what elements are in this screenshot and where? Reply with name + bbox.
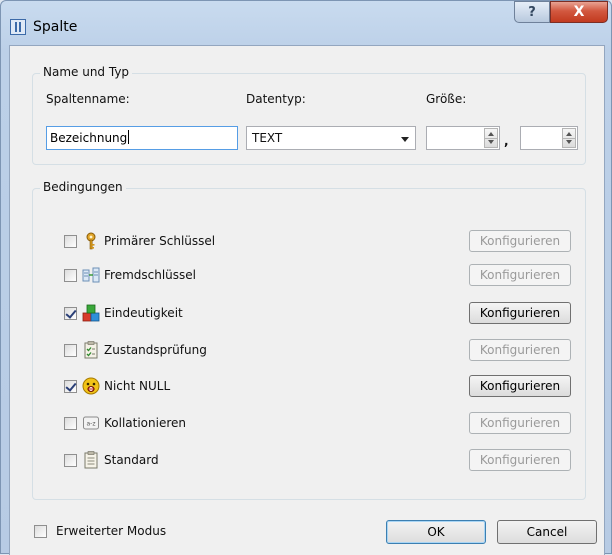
primary-key-checkbox[interactable] [64,235,77,248]
advanced-mode-label: Erweiterter Modus [56,524,167,538]
column-name-input[interactable]: Bezeichnung [46,126,238,150]
size-spin-buttons[interactable] [484,128,498,148]
title-bar[interactable]: Spalte ? X [1,1,611,45]
foreign-key-icon [82,267,100,283]
close-button[interactable]: X [550,1,608,23]
unique-blocks-icon [82,304,100,322]
name-type-group: Name und Typ [32,65,586,165]
ok-button[interactable]: OK [386,520,486,544]
help-icon: ? [528,4,536,20]
datatype-select[interactable]: TEXT [246,126,416,150]
unique-configure-button[interactable]: Konfigurieren [469,302,571,324]
collate-az-icon: a-z [83,416,99,430]
datatype-value: TEXT [252,131,283,145]
check-list-icon [84,341,98,359]
svg-text:0: 0 [89,387,93,393]
dialog-body: Name und Typ Spaltenname: Datentyp: Größ… [9,45,605,555]
foreign-key-label: Fremdschlüssel [104,268,197,282]
close-icon: X [573,4,585,20]
cancel-button[interactable]: Cancel [497,520,597,544]
datatype-label: Datentyp: [246,92,306,106]
text-caret [128,130,130,144]
not-null-configure-button[interactable]: Konfigurieren [469,375,571,397]
default-label: Standard [104,453,159,467]
collate-checkbox[interactable] [64,417,77,430]
dialog-window: Spalte ? X Name und Typ Spaltenname: Dat… [0,0,612,555]
foreign-key-configure-button[interactable]: Konfigurieren [469,264,571,286]
check-constraint-configure-button[interactable]: Konfigurieren [469,339,571,361]
chevron-down-icon [401,137,409,142]
spin-down-icon [488,140,494,144]
constraints-group-label: Bedingungen [40,180,126,194]
unique-label: Eindeutigkeit [104,306,183,320]
precision-spin-buttons[interactable] [562,128,576,148]
advanced-mode-checkbox[interactable] [34,525,47,538]
default-configure-button[interactable]: Konfigurieren [469,449,571,471]
not-null-label: Nicht NULL [104,379,171,393]
size-separator: , [504,134,509,148]
unique-checkbox[interactable] [64,307,77,320]
check-constraint-checkbox[interactable] [64,344,77,357]
size-spinbox[interactable] [426,126,500,150]
table-column-icon [10,19,26,35]
name-type-group-label: Name und Typ [40,65,133,79]
collate-configure-button[interactable]: Konfigurieren [469,412,571,434]
check-constraint-label: Zustandsprüfung [104,343,207,357]
window-title: Spalte [33,19,78,35]
spin-up-icon [488,132,494,136]
column-name-value: Bezeichnung [50,131,128,145]
size-label: Größe: [426,92,467,106]
help-button[interactable]: ? [514,1,550,23]
clipboard-icon [84,451,98,469]
not-null-smiley-icon: 0 [82,377,100,395]
column-name-label: Spaltenname: [46,92,130,106]
spin-down-icon [566,140,572,144]
foreign-key-checkbox[interactable] [64,269,77,282]
collate-label: Kollationieren [104,416,186,430]
primary-key-configure-button[interactable]: Konfigurieren [469,230,571,252]
key-icon [86,232,96,250]
svg-text:a-z: a-z [87,421,96,428]
primary-key-label: Primärer Schlüssel [104,234,216,248]
spin-up-icon [566,132,572,136]
default-checkbox[interactable] [64,454,77,467]
not-null-checkbox[interactable] [64,380,77,393]
precision-spinbox[interactable] [520,126,578,150]
